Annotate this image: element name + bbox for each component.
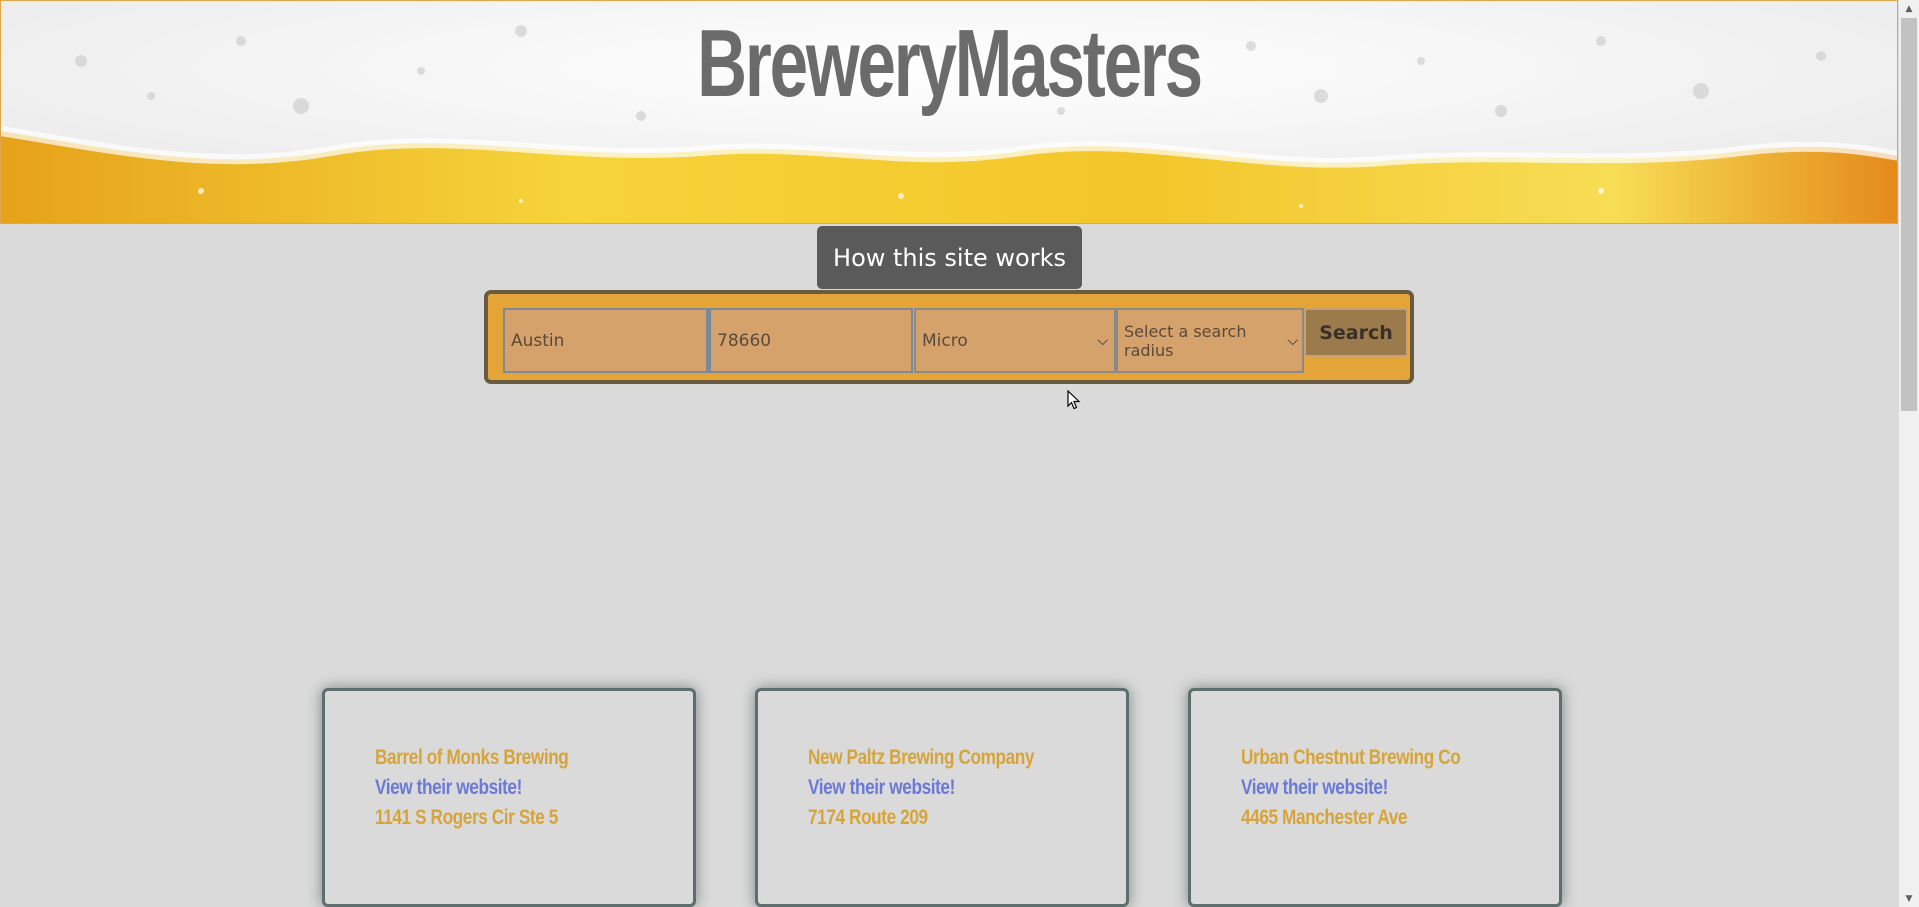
- search-button[interactable]: Search: [1304, 308, 1408, 357]
- page: BreweryMasters How this site works Austi…: [0, 0, 1899, 907]
- mouse-cursor-icon: [1067, 390, 1081, 410]
- search-bar: Austin 78660 Micro ⌵ Select a search rad…: [484, 290, 1414, 384]
- brewery-website-link[interactable]: View their website!: [1241, 773, 1460, 803]
- header-banner: BreweryMasters: [0, 0, 1898, 224]
- city-input[interactable]: Austin: [503, 308, 708, 373]
- zip-input-value: 78660: [717, 330, 772, 351]
- brewery-name: Urban Chestnut Brewing Co: [1241, 746, 1461, 769]
- scroll-up-arrow-icon[interactable]: ▲: [1899, 0, 1919, 17]
- brewery-website-link[interactable]: View their website!: [375, 773, 568, 803]
- brewery-address: 4465 Manchester Ave: [1241, 806, 1408, 829]
- brewery-card: Barrel of Monks Brewing View their websi…: [322, 688, 696, 907]
- vertical-scrollbar[interactable]: ▲ ▼: [1899, 0, 1919, 907]
- brewery-name: New Paltz Brewing Company: [808, 746, 1035, 769]
- scrollbar-thumb[interactable]: [1901, 18, 1917, 411]
- scroll-down-arrow-icon[interactable]: ▼: [1899, 890, 1919, 907]
- brewery-card: Urban Chestnut Brewing Co View their web…: [1188, 688, 1562, 907]
- brewery-website-link[interactable]: View their website!: [808, 773, 1034, 803]
- brewery-address: 1141 S Rogers Cir Ste 5: [375, 806, 558, 829]
- city-input-value: Austin: [511, 330, 565, 351]
- search-radius-select[interactable]: Select a search radius ⌵: [1116, 308, 1304, 373]
- brewery-card: New Paltz Brewing Company View their web…: [755, 688, 1129, 907]
- brewery-name: Barrel of Monks Brewing: [375, 746, 569, 769]
- brewery-card-content: New Paltz Brewing Company View their web…: [808, 743, 1084, 833]
- zip-input[interactable]: 78660: [708, 308, 913, 373]
- brewery-type-value: Micro: [922, 330, 968, 351]
- brewery-address: 7174 Route 209: [808, 806, 928, 829]
- how-site-works-button[interactable]: How this site works: [817, 226, 1082, 289]
- search-radius-value: Select a search radius: [1124, 321, 1247, 360]
- site-title: BreweryMasters: [697, 10, 1203, 117]
- brewery-type-select[interactable]: Micro ⌵: [914, 308, 1116, 373]
- chevron-down-icon: ⌵: [1287, 332, 1298, 349]
- brewery-card-content: Barrel of Monks Brewing View their websi…: [375, 743, 611, 833]
- chevron-down-icon: ⌵: [1097, 332, 1108, 349]
- brewery-card-content: Urban Chestnut Brewing Co View their web…: [1241, 743, 1509, 833]
